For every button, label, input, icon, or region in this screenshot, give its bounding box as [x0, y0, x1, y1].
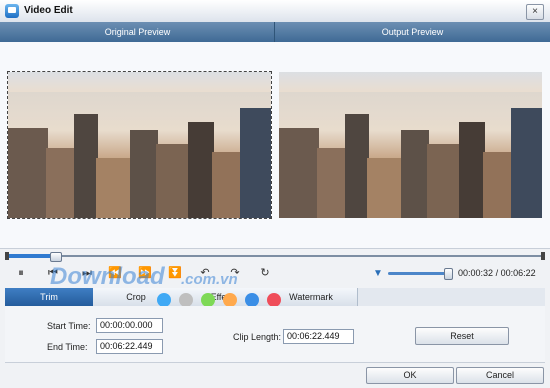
end-time-field[interactable]: 00:06:22.449: [96, 339, 163, 354]
building: [367, 158, 403, 218]
overlay-dot: [157, 293, 171, 307]
site-watermark-domain: .com.vn: [181, 271, 238, 288]
video-edit-window: Video Edit × Original Preview Output Pre…: [0, 0, 550, 388]
end-time-label: End Time:: [47, 342, 88, 352]
total-time: 00:06:22: [500, 268, 536, 278]
start-time-label: Start Time:: [47, 321, 91, 331]
cancel-button[interactable]: Cancel: [456, 367, 544, 384]
reset-button[interactable]: Reset: [415, 327, 509, 345]
overlay-dot: [223, 293, 237, 307]
trim-end-marker[interactable]: [541, 252, 545, 260]
building: [459, 122, 485, 218]
output-preview: [279, 72, 542, 218]
overlay-dot: [179, 293, 193, 307]
overlay-dot: [201, 293, 215, 307]
building: [130, 130, 158, 218]
preview-header: Original Preview Output Preview: [0, 22, 550, 42]
title-bar[interactable]: Video Edit ×: [0, 0, 550, 23]
building: [96, 158, 132, 218]
building: [279, 128, 319, 218]
building: [46, 148, 76, 218]
flip-icon[interactable]: ↻: [258, 266, 272, 280]
video-frame-original: [8, 72, 271, 218]
timeline-progress: [5, 254, 54, 258]
window-title: Video Edit: [24, 5, 73, 16]
current-time: 00:00:32: [458, 268, 494, 278]
building: [401, 130, 429, 218]
volume-handle[interactable]: [444, 268, 453, 280]
building: [427, 144, 461, 218]
speaker-icon[interactable]: ▼: [373, 268, 384, 279]
start-time-field[interactable]: 00:00:00.000: [96, 318, 163, 333]
timeline-slider[interactable]: [5, 252, 545, 262]
clip-length-label: Clip Length:: [233, 332, 282, 342]
close-button[interactable]: ×: [526, 4, 544, 20]
building: [317, 148, 347, 218]
preview-area: [0, 42, 550, 249]
video-frame-output: [279, 72, 542, 218]
pause-button[interactable]: ⏸: [14, 266, 28, 280]
original-preview[interactable]: [7, 71, 272, 219]
volume-slider[interactable]: [388, 272, 452, 275]
overlay-dot: [267, 293, 281, 307]
trim-panel: Start Time: 00:00:00.000 End Time: 00:06…: [5, 306, 545, 363]
building: [8, 128, 48, 218]
overlay-dot: [245, 293, 259, 307]
building: [345, 114, 369, 218]
building: [156, 144, 190, 218]
building: [74, 114, 98, 218]
building: [212, 152, 242, 218]
sky: [8, 72, 271, 92]
building: [511, 108, 542, 218]
building: [483, 152, 513, 218]
sky: [279, 72, 542, 92]
ok-button[interactable]: OK: [366, 367, 454, 384]
building: [188, 122, 214, 218]
split-icon[interactable]: ⏬: [168, 266, 182, 280]
output-preview-label: Output Preview: [381, 27, 444, 37]
timeline-track[interactable]: [5, 255, 545, 257]
building: [240, 108, 271, 218]
timeline-handle[interactable]: [50, 252, 62, 262]
time-separator: /: [495, 268, 499, 278]
trim-start-marker[interactable]: [5, 252, 9, 260]
clip-length-field: 00:06:22.449: [283, 329, 354, 344]
site-watermark: Download: [50, 263, 165, 290]
original-preview-label: Original Preview: [104, 27, 171, 37]
time-readout: 00:00:32 / 00:06:22: [458, 268, 536, 278]
app-icon: [5, 4, 19, 18]
